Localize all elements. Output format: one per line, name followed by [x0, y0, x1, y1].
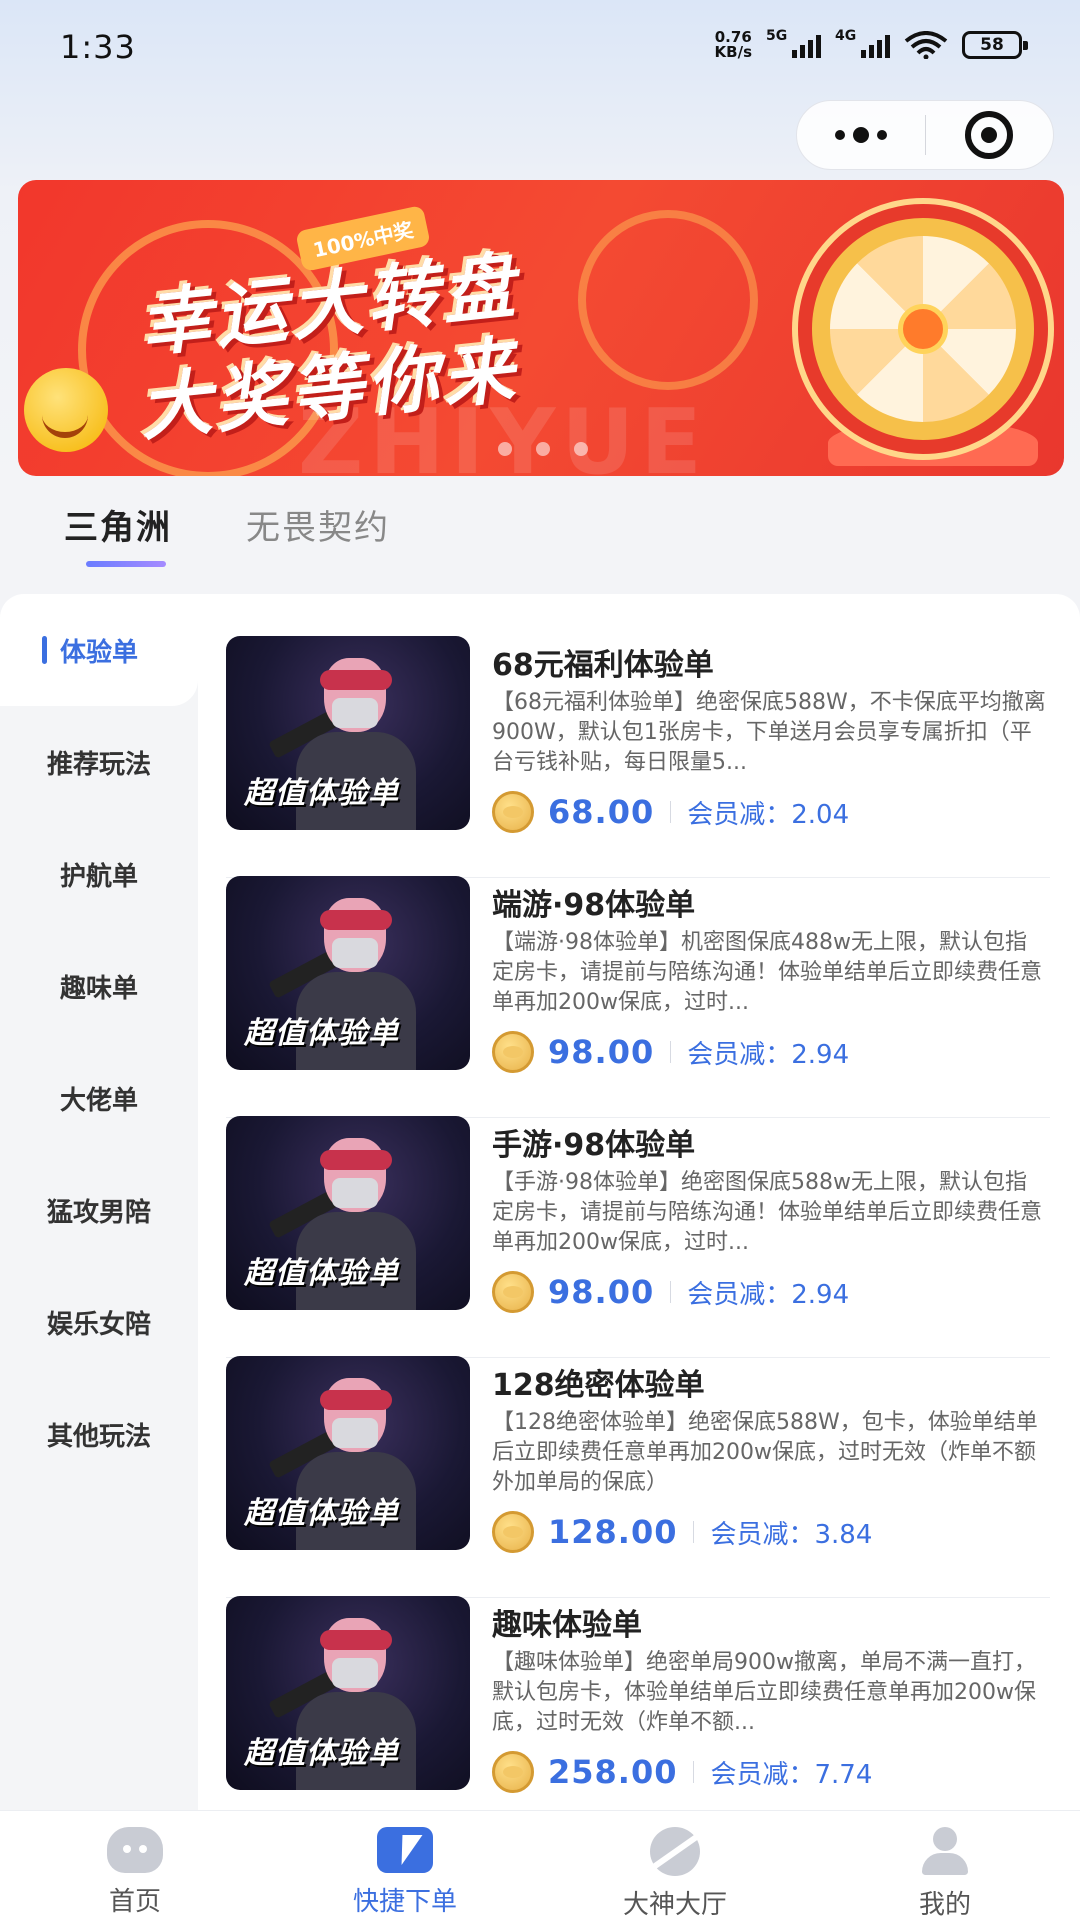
product-price: 128.00 — [548, 1513, 678, 1551]
tab-delta-force[interactable]: 三角洲 — [64, 500, 172, 549]
product-thumbnail: 超值体验单 — [226, 876, 470, 1070]
thumbnail-caption: 超值体验单 — [244, 1736, 399, 1771]
sidebar-item-female-companion[interactable]: 娱乐女陪 — [0, 1266, 198, 1378]
nav-label: 我的 — [918, 1890, 971, 1920]
sidebar-item-escort[interactable]: 护航单 — [0, 818, 198, 930]
price-divider — [693, 1761, 695, 1783]
product-card[interactable]: 超值体验单 手游·98体验单 【手游·98体验单】绝密图保底588w无上限，默认… — [226, 1116, 1050, 1358]
more-options-icon[interactable] — [797, 100, 925, 170]
member-discount: 会员减：3.84 — [710, 1519, 873, 1550]
member-discount: 会员减：2.94 — [687, 1039, 850, 1070]
content-panel: 体验单 推荐玩法 护航单 趣味单 大佬单 猛攻男陪 娱乐女陪 其他玩法 超值体验… — [0, 594, 1080, 1810]
coin-icon — [492, 1031, 534, 1073]
nav-hall[interactable]: 大神大厅 — [540, 1811, 810, 1920]
product-title: 128绝密体验单 — [492, 1368, 705, 1403]
price-divider — [693, 1521, 695, 1543]
prize-wheel-icon — [798, 204, 1048, 454]
member-discount: 会员减：7.74 — [710, 1759, 873, 1790]
sidebar-item-fun[interactable]: 趣味单 — [0, 930, 198, 1042]
active-tab-indicator — [86, 561, 166, 567]
product-title: 手游·98体验单 — [492, 1128, 696, 1163]
price-divider — [670, 801, 672, 823]
product-title: 趣味体验单 — [492, 1608, 642, 1643]
megaphone-emoji-icon — [24, 368, 108, 452]
price-row: 128.00 会员减：3.84 — [492, 1510, 872, 1554]
sidebar-item-trial[interactable]: 体验单 — [0, 594, 198, 706]
nav-quick-order[interactable]: 快捷下单 — [270, 1811, 540, 1920]
home-icon — [107, 1827, 163, 1873]
product-thumbnail: 超值体验单 — [226, 1596, 470, 1790]
profile-icon — [920, 1827, 970, 1876]
hall-icon — [650, 1827, 700, 1876]
nav-label: 大神大厅 — [622, 1890, 727, 1920]
sidebar-item-other[interactable]: 其他玩法 — [0, 1378, 198, 1490]
status-icons: 0.76 KB/s 5G 4G 58 — [714, 28, 1028, 61]
product-card[interactable]: 超值体验单 128绝密体验单 【128绝密体验单】绝密保底588W，包卡，体验单… — [226, 1356, 1050, 1598]
product-price: 98.00 — [548, 1033, 655, 1071]
product-title: 端游·98体验单 — [492, 888, 696, 923]
product-thumbnail: 超值体验单 — [226, 1116, 470, 1310]
product-price: 68.00 — [548, 793, 655, 831]
nav-home[interactable]: 首页 — [0, 1811, 270, 1920]
product-description: 【128绝密体验单】绝密保底588W，包卡，体验单结单后立即续费任意单再加200… — [492, 1410, 1038, 1495]
nav-profile[interactable]: 我的 — [810, 1811, 1080, 1920]
lucky-wheel-banner[interactable]: ZHIYUE 幸运大转盘 大奖等你来 100%中奖 — [18, 180, 1064, 476]
price-row: 68.00 会员减：2.04 — [492, 790, 849, 834]
member-discount: 会员减：2.04 — [687, 799, 850, 830]
product-card[interactable]: 超值体验单 趣味体验单 【趣味体验单】绝密单局900w撤离，单局不满一直打，默认… — [226, 1596, 1050, 1810]
price-row: 98.00 会员减：2.94 — [492, 1270, 849, 1314]
thumbnail-caption: 超值体验单 — [244, 1016, 399, 1051]
signal-4g-icon: 4G — [835, 28, 890, 58]
product-thumbnail: 超值体验单 — [226, 636, 470, 830]
thumbnail-caption: 超值体验单 — [244, 1496, 399, 1531]
product-price: 258.00 — [548, 1753, 678, 1791]
product-description: 【68元福利体验单】绝密保底588W，不卡保底平均撤离900W，默认包1张房卡，… — [492, 690, 1046, 775]
bottom-navigation: 首页 快捷下单 大神大厅 我的 — [0, 1810, 1080, 1920]
category-sidebar: 体验单 推荐玩法 护航单 趣味单 大佬单 猛攻男陪 娱乐女陪 其他玩法 — [0, 594, 198, 1810]
thumbnail-caption: 超值体验单 — [244, 776, 399, 811]
price-divider — [670, 1281, 672, 1303]
status-time: 1:33 — [60, 28, 136, 66]
close-miniprogram-icon[interactable] — [926, 100, 1054, 170]
banner-pagination — [498, 442, 588, 456]
coin-icon — [492, 791, 534, 833]
member-discount: 会员减：2.94 — [687, 1279, 850, 1310]
product-description: 【趣味体验单】绝密单局900w撤离，单局不满一直打，默认包房卡，体验单结单后立即… — [492, 1650, 1036, 1735]
product-description: 【端游·98体验单】机密图保底488w无上限，默认包指定房卡，请提前与陪练沟通！… — [492, 930, 1043, 1015]
banner-decoration — [578, 210, 758, 390]
product-thumbnail: 超值体验单 — [226, 1356, 470, 1550]
product-title: 68元福利体验单 — [492, 648, 714, 683]
coin-icon — [492, 1751, 534, 1793]
coin-icon — [492, 1511, 534, 1553]
product-price: 98.00 — [548, 1273, 655, 1311]
nav-label: 首页 — [108, 1887, 161, 1917]
signal-5g-icon: 5G — [766, 28, 821, 58]
wifi-icon — [904, 31, 948, 59]
tab-valorant[interactable]: 无畏契约 — [246, 500, 390, 549]
status-bar: 1:33 0.76 KB/s 5G 4G 58 — [0, 0, 1080, 96]
sidebar-item-recommended[interactable]: 推荐玩法 — [0, 706, 198, 818]
sidebar-item-male-companion[interactable]: 猛攻男陪 — [0, 1154, 198, 1266]
game-tabs: 三角洲 无畏契约 — [0, 500, 1080, 580]
nav-label: 快捷下单 — [352, 1887, 457, 1917]
price-row: 98.00 会员减：2.94 — [492, 1030, 849, 1074]
quick-order-icon — [377, 1827, 433, 1873]
price-row: 258.00 会员减：7.74 — [492, 1750, 872, 1794]
product-card[interactable]: 超值体验单 68元福利体验单 【68元福利体验单】绝密保底588W，不卡保底平均… — [226, 636, 1050, 878]
network-speed: 0.76 KB/s — [714, 28, 752, 61]
product-description: 【手游·98体验单】绝密图保底588w无上限，默认包指定房卡，请提前与陪练沟通！… — [492, 1170, 1043, 1255]
coin-icon — [492, 1271, 534, 1313]
miniprogram-capsule — [796, 100, 1054, 170]
product-card[interactable]: 超值体验单 端游·98体验单 【端游·98体验单】机密图保底488w无上限，默认… — [226, 876, 1050, 1118]
sidebar-item-boss[interactable]: 大佬单 — [0, 1042, 198, 1154]
battery-icon: 58 — [962, 31, 1028, 59]
thumbnail-caption: 超值体验单 — [244, 1256, 399, 1291]
active-category-marker — [42, 636, 47, 664]
price-divider — [670, 1041, 672, 1063]
